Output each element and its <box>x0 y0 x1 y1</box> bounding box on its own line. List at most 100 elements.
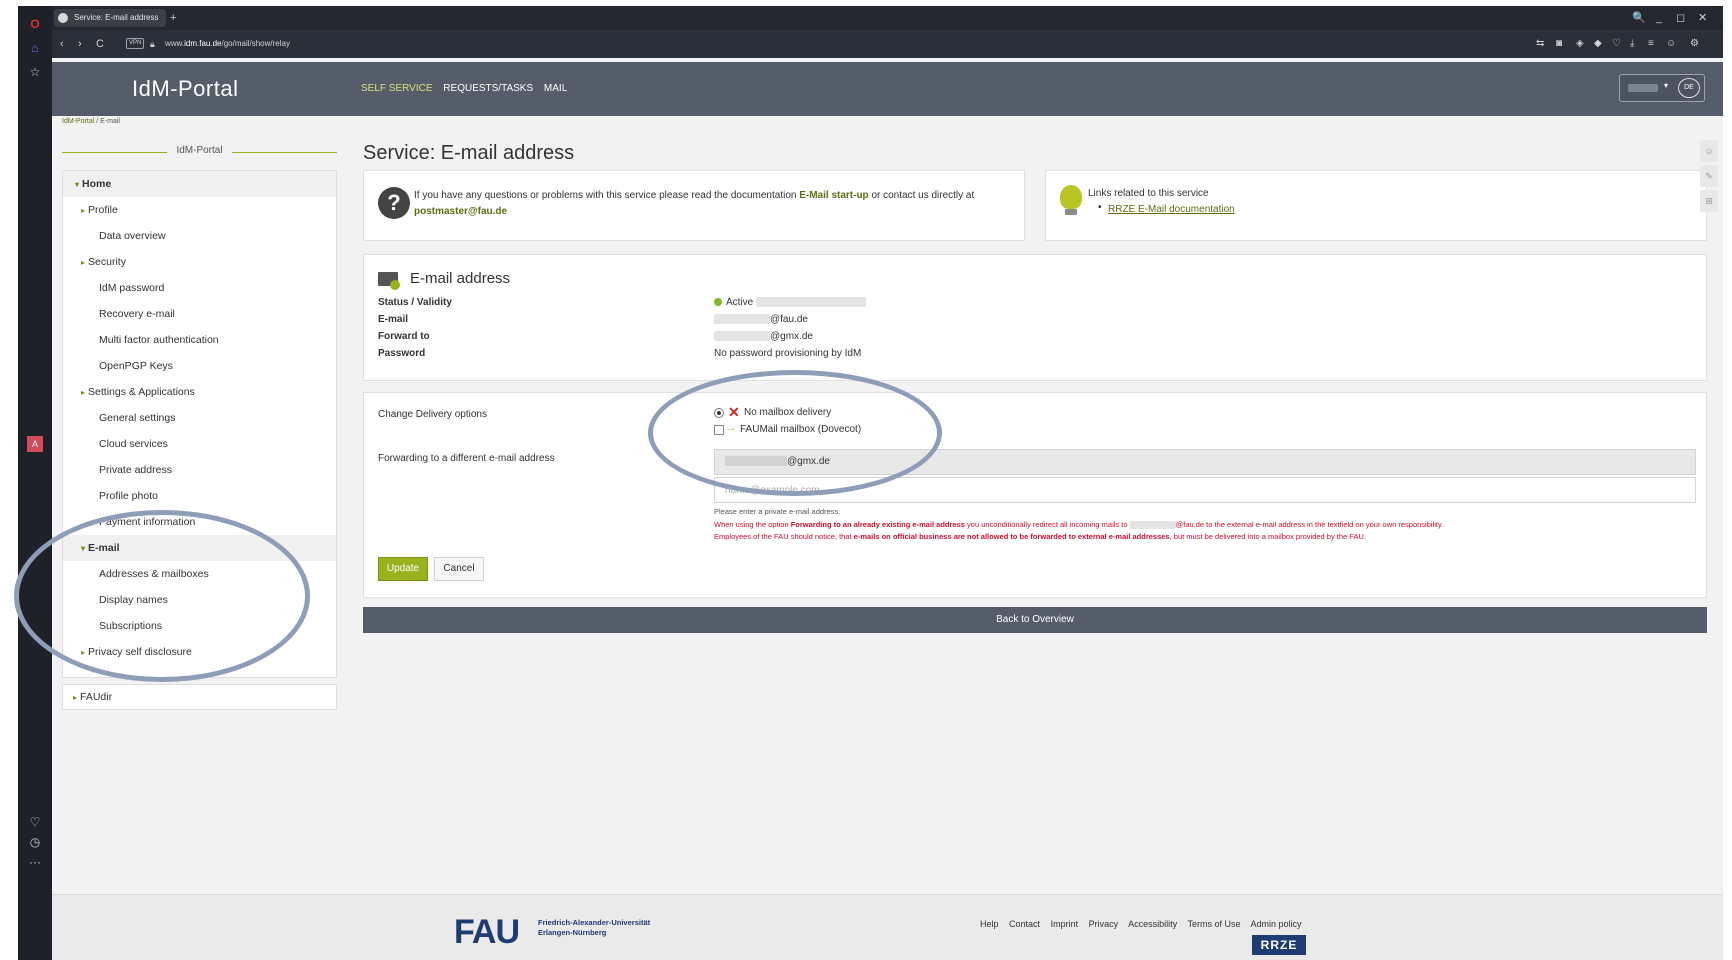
extension-icon[interactable]: ⇆ <box>1536 38 1544 50</box>
menu-icon[interactable]: ≡ <box>1648 38 1654 50</box>
chevron-down-icon: ▾ <box>1664 81 1669 90</box>
sidebar-item-home[interactable]: ▾ Home <box>63 171 336 197</box>
nav-self-service[interactable]: SELF SERVICE <box>361 83 433 94</box>
sidebar-item-addresses-mailboxes[interactable]: Addresses & mailboxes <box>63 561 336 587</box>
page-tools: ☺ ✎ ⊞ <box>1700 140 1718 215</box>
rrze-logo[interactable]: RRZE <box>1252 935 1306 955</box>
footer-link-accessibility[interactable]: Accessibility <box>1128 919 1177 929</box>
globe-icon[interactable]: DE <box>1678 78 1700 98</box>
sidebar-item-payment-information[interactable]: Payment information <box>63 509 336 535</box>
lightbulb-icon <box>1060 185 1082 209</box>
sidebar-item-cloud-services[interactable]: Cloud services <box>63 431 336 457</box>
sidebar-item-security[interactable]: ▸ Security <box>63 249 336 275</box>
warning-text: Employees of the FAU should notice, that <box>714 532 854 541</box>
related-links-box: Links related to this service • RRZE E-M… <box>1045 170 1707 241</box>
url-host: idm.fau.de <box>184 39 222 48</box>
sidebar-item-subscriptions[interactable]: Subscriptions <box>63 613 336 639</box>
heart-icon[interactable]: ♡ <box>18 812 52 832</box>
settings-icon[interactable]: ⚙ <box>1690 38 1699 50</box>
footer-link-admin-policy[interactable]: Admin policy <box>1251 919 1302 929</box>
user-icon[interactable]: ☺ <box>1700 140 1718 162</box>
forwarding-warning: When using the option Forwarding to an a… <box>714 519 1694 543</box>
star-icon[interactable]: ☆ <box>18 62 52 82</box>
search-tabs-icon[interactable]: 🔍 <box>1632 10 1646 26</box>
sidebar-item-profile[interactable]: ▸ Profile <box>63 197 336 223</box>
email-startup-link[interactable]: E-Mail start-up <box>799 190 868 201</box>
minimize-button[interactable]: _ <box>1656 10 1662 26</box>
no-mailbox-radio[interactable] <box>714 408 724 418</box>
footer-link-contact[interactable]: Contact <box>1009 919 1040 929</box>
shield-icon[interactable]: ◈ <box>1576 38 1584 50</box>
redacted-date <box>756 297 867 308</box>
sidebar-item-faudir[interactable]: ▸ FAUdir <box>62 684 337 710</box>
portal-logo[interactable]: IdM-Portal <box>132 76 238 102</box>
rrze-email-doc-link[interactable]: RRZE E-Mail documentation <box>1108 204 1235 215</box>
browser-tab[interactable]: Service: E-mail address <box>54 9 166 27</box>
password-label: Password <box>378 348 426 359</box>
forward-value: @gmx.de <box>714 331 813 342</box>
sidebar-item-mfa[interactable]: Multi factor authentication <box>63 327 336 353</box>
sidebar-item-label: Settings & Applications <box>88 386 195 398</box>
fau-logo[interactable]: FAU <box>454 915 520 949</box>
page-title: Service: E-mail address <box>363 142 575 164</box>
question-mark-icon: ? <box>378 187 410 219</box>
sidebar-item-label: E-mail <box>88 542 120 554</box>
sidebar-item-profile-photo[interactable]: Profile photo <box>63 483 336 509</box>
forward-label: Forward to <box>378 331 430 342</box>
reload-button[interactable]: C <box>96 36 104 52</box>
sitemap-icon[interactable]: ⊞ <box>1700 190 1718 212</box>
update-button[interactable]: Update <box>378 557 428 581</box>
footer-link-privacy[interactable]: Privacy <box>1089 919 1119 929</box>
snapshot-icon[interactable]: ◙ <box>1556 38 1562 50</box>
footer-link-help[interactable]: Help <box>980 919 999 929</box>
back-button[interactable]: ‹ <box>60 36 64 52</box>
faumail-label[interactable]: FAUMail mailbox (Dovecot) <box>740 424 861 435</box>
sidebar-item-recovery-email[interactable]: Recovery e-mail <box>63 301 336 327</box>
cancel-button[interactable]: Cancel <box>434 557 484 581</box>
sidebar-item-data-overview[interactable]: Data overview <box>63 223 336 249</box>
footer-link-terms[interactable]: Terms of Use <box>1188 919 1241 929</box>
breadcrumb-home[interactable]: IdM-Portal <box>62 118 94 125</box>
profile-icon[interactable]: ☺ <box>1666 38 1676 50</box>
url-path: /go/mail/show/relay <box>221 39 290 48</box>
sidebar-item-display-names[interactable]: Display names <box>63 587 336 613</box>
opera-logo-icon[interactable]: O <box>18 14 52 34</box>
edit-icon[interactable]: ✎ <box>1700 165 1718 187</box>
pinned-app-icon[interactable]: A <box>27 436 43 452</box>
check-circle-icon <box>714 298 722 307</box>
postmaster-link[interactable]: postmaster@fau.de <box>414 206 507 217</box>
red-x-icon: ✕ <box>728 404 740 420</box>
more-icon[interactable]: ··· <box>18 852 52 872</box>
url-field[interactable]: www.idm.fau.de/go/mail/show/relay <box>165 38 290 50</box>
new-tab-button[interactable]: + <box>170 11 176 25</box>
sidebar-item-email[interactable]: ▾ E-mail <box>63 535 336 561</box>
forward-email-input[interactable] <box>714 477 1696 503</box>
sidebar-item-general-settings[interactable]: General settings <box>63 405 336 431</box>
language-selector[interactable]: ▾ DE <box>1619 74 1705 102</box>
sidebar-item-settings-applications[interactable]: ▸ Settings & Applications <box>63 379 336 405</box>
no-mailbox-label[interactable]: No mailbox delivery <box>744 407 831 418</box>
check-badge-icon <box>390 280 400 290</box>
close-window-button[interactable]: ✕ <box>1698 10 1707 26</box>
vpn-badge[interactable]: VPN <box>126 38 145 49</box>
history-icon[interactable]: ◷ <box>18 832 52 852</box>
university-name-line: Friedrich-Alexander-Universität <box>538 918 651 927</box>
nav-mail[interactable]: MAIL <box>544 83 567 94</box>
heart-outline-icon[interactable]: ♡ <box>1612 38 1621 50</box>
warning-emphasis: Forwarding to an already existing e-mail… <box>790 520 965 529</box>
wallet-icon[interactable]: ◆ <box>1594 38 1602 50</box>
maximize-button[interactable]: ◻ <box>1676 10 1685 26</box>
back-to-overview-button[interactable]: Back to Overview <box>363 607 1707 633</box>
home-icon[interactable]: ⌂ <box>18 38 52 58</box>
warning-text: When using the option <box>714 520 791 529</box>
sidebar-item-idm-password[interactable]: IdM password <box>63 275 336 301</box>
forward-button[interactable]: › <box>78 36 82 52</box>
faumail-checkbox[interactable] <box>714 425 724 435</box>
status-text: Active <box>726 297 754 308</box>
nav-requests-tasks[interactable]: REQUESTS/TASKS <box>443 83 533 94</box>
download-icon[interactable]: ⤓ <box>1630 38 1634 50</box>
footer-link-imprint[interactable]: Imprint <box>1051 919 1079 929</box>
sidebar-item-privacy-self-disclosure[interactable]: ▸ Privacy self disclosure <box>63 639 336 665</box>
sidebar-item-openpgp-keys[interactable]: OpenPGP Keys <box>63 353 336 379</box>
sidebar-item-private-address[interactable]: Private address <box>63 457 336 483</box>
